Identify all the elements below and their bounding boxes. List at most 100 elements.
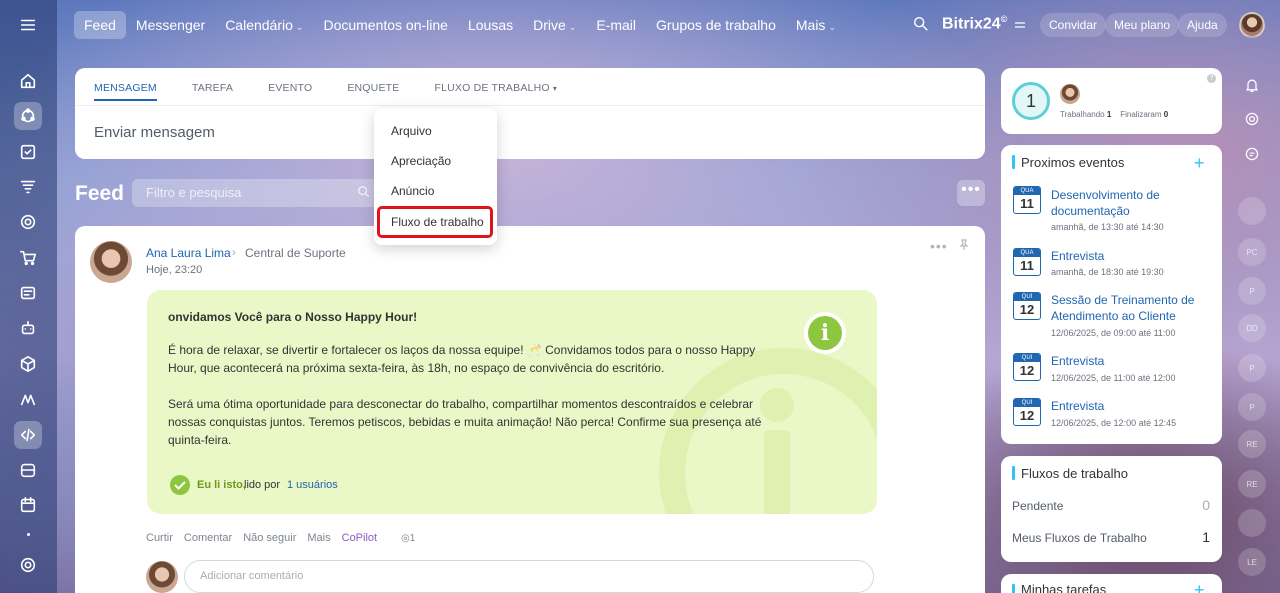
invite-button[interactable]: Convidar <box>1040 13 1107 37</box>
contact-avatar[interactable]: PC <box>1238 238 1266 266</box>
brand-logo[interactable]: Bitrix24© <box>942 14 1007 33</box>
tab-message[interactable]: MENSAGEM <box>94 82 157 101</box>
contact-avatar[interactable]: DD <box>1238 314 1266 342</box>
event-title[interactable]: Entrevista <box>1051 353 1211 369</box>
post-menu-icon[interactable]: ••• <box>930 238 948 254</box>
tab-poll[interactable]: ENQUETE <box>347 82 399 94</box>
nav-email[interactable]: E-mail <box>586 11 646 39</box>
announcement-line: nossas conquistas juntos. Teremos petisc… <box>168 415 762 429</box>
author-avatar[interactable] <box>90 241 132 283</box>
bell-icon[interactable] <box>1238 71 1266 99</box>
event-title[interactable]: Entrevista <box>1051 248 1211 264</box>
menu-item-arquivo[interactable]: Arquivo <box>391 124 432 138</box>
workflows-title: Fluxos de trabalho <box>1021 466 1128 481</box>
cart-icon[interactable] <box>14 244 42 272</box>
calendar-icon: QUI 12 <box>1013 398 1041 426</box>
nav-calendar[interactable]: Calendário ⌄ <box>215 11 313 39</box>
read-users-link[interactable]: 1 usuários <box>287 479 338 491</box>
nav-more-label: Mais <box>795 17 826 33</box>
calendar-icon[interactable] <box>14 491 42 519</box>
comment-button[interactable]: Comentar <box>184 532 232 544</box>
nav-messenger-label: Messenger <box>135 17 206 33</box>
announcement-line: É hora de relaxar, se divertir e fortale… <box>168 343 756 357</box>
more-button[interactable]: Mais <box>307 532 330 544</box>
tab-workflow[interactable]: FLUXO DE TRABALHO ▾ <box>434 82 557 94</box>
code-icon[interactable] <box>14 421 42 449</box>
nav-docs[interactable]: Documentos on-line <box>313 11 458 39</box>
target-icon[interactable] <box>14 208 42 236</box>
my-plan-button[interactable]: Meu plano <box>1105 13 1180 37</box>
pin-icon[interactable] <box>958 239 970 251</box>
add-icon[interactable]: + <box>1194 153 1205 174</box>
event-title[interactable]: Desenvolvimento de documentação <box>1051 187 1211 219</box>
timer-counter[interactable]: 1 <box>1012 82 1050 120</box>
contact-avatar[interactable] <box>1238 509 1266 537</box>
work-time-widget: 1 Trabalhando 1 Finalizaram 0 ? <box>1001 68 1222 134</box>
post-destination[interactable]: Central de Suporte <box>245 246 346 260</box>
top-navigation: Feed Messenger Calendário ⌄ Documentos on… <box>74 11 846 39</box>
box-icon[interactable] <box>14 350 42 378</box>
nav-more[interactable]: Mais ⌄ <box>786 11 846 39</box>
feed-icon[interactable] <box>14 102 42 130</box>
more-options-button[interactable]: ••• <box>957 180 985 206</box>
copilot-button[interactable]: CoPilot <box>342 532 377 544</box>
store-icon[interactable] <box>14 456 42 484</box>
accent-bar <box>1012 584 1015 593</box>
finished-count: 0 <box>1163 110 1169 119</box>
add-icon[interactable]: + <box>1194 580 1205 593</box>
toggle-icon[interactable] <box>1014 20 1026 30</box>
settings-icon[interactable] <box>14 551 42 579</box>
check-icon[interactable] <box>170 475 190 495</box>
nav-docs-label: Documentos on-line <box>323 17 448 33</box>
timer-stats: Trabalhando 1 Finalizaram 0 <box>1060 110 1168 119</box>
search-icon[interactable] <box>357 185 371 199</box>
nav-drive[interactable]: Drive ⌄ <box>523 11 586 39</box>
nav-drive-label: Drive <box>533 17 566 33</box>
home-icon[interactable] <box>14 67 42 95</box>
announcement-line: Será uma ótima oportunidade para descone… <box>168 397 753 411</box>
finished-label: Finalizaram <box>1120 110 1162 119</box>
robot-icon[interactable] <box>14 314 42 342</box>
author-name[interactable]: Ana Laura Lima <box>146 246 231 260</box>
unfollow-button[interactable]: Não seguir <box>243 532 296 544</box>
tasks-icon[interactable] <box>14 138 42 166</box>
contact-avatar[interactable]: RE <box>1238 430 1266 458</box>
filter-search-input[interactable]: Filtro e pesquisa <box>132 179 380 207</box>
user-avatar[interactable] <box>1239 12 1265 38</box>
chat-icon[interactable] <box>1238 140 1266 168</box>
search-icon[interactable] <box>912 15 930 33</box>
menu-icon[interactable] <box>14 11 42 39</box>
read-confirm-label[interactable]: Eu li isto, <box>197 479 246 491</box>
tab-task[interactable]: TAREFA <box>192 82 233 94</box>
like-button[interactable]: Curtir <box>146 532 173 544</box>
event-time: 12/06/2025, de 09:00 até 11:00 <box>1051 328 1176 338</box>
sites-icon[interactable] <box>14 279 42 307</box>
nav-groups[interactable]: Grupos de trabalho <box>646 11 786 39</box>
contact-avatar[interactable]: LE <box>1238 548 1266 576</box>
comment-input[interactable]: Adicionar comentário <box>184 560 874 593</box>
spiral-icon[interactable] <box>1238 105 1266 133</box>
menu-item-apreciacao[interactable]: Apreciação <box>391 154 451 168</box>
event-title[interactable]: Entrevista <box>1051 398 1211 414</box>
help-icon[interactable]: ? <box>1207 74 1216 83</box>
left-sidebar <box>0 0 57 593</box>
arrow-right-icon: › <box>232 245 236 259</box>
tab-event[interactable]: EVENTO <box>268 82 312 94</box>
contact-avatar[interactable]: P <box>1238 277 1266 305</box>
announcement-line: quinta-feira. <box>168 433 232 447</box>
nav-feed[interactable]: Feed <box>74 11 126 39</box>
contact-avatar[interactable]: RE <box>1238 470 1266 498</box>
my-workflows-label[interactable]: Meus Fluxos de Trabalho <box>1012 531 1147 545</box>
nav-messenger[interactable]: Messenger <box>126 11 215 39</box>
pending-label[interactable]: Pendente <box>1012 499 1063 513</box>
nav-boards[interactable]: Lousas <box>458 11 523 39</box>
contact-avatar[interactable]: P <box>1238 393 1266 421</box>
message-input[interactable]: Enviar mensagem <box>94 124 215 141</box>
event-title[interactable]: Sessão de Treinamento de Atendimento ao C… <box>1051 292 1211 324</box>
crm-filter-icon[interactable] <box>14 173 42 201</box>
analytics-icon[interactable] <box>14 385 42 413</box>
menu-item-anuncio[interactable]: Anúncio <box>391 184 434 198</box>
help-button[interactable]: Ajuda <box>1178 13 1227 37</box>
contact-avatar[interactable]: P <box>1238 354 1266 382</box>
contact-avatar[interactable] <box>1238 197 1266 225</box>
